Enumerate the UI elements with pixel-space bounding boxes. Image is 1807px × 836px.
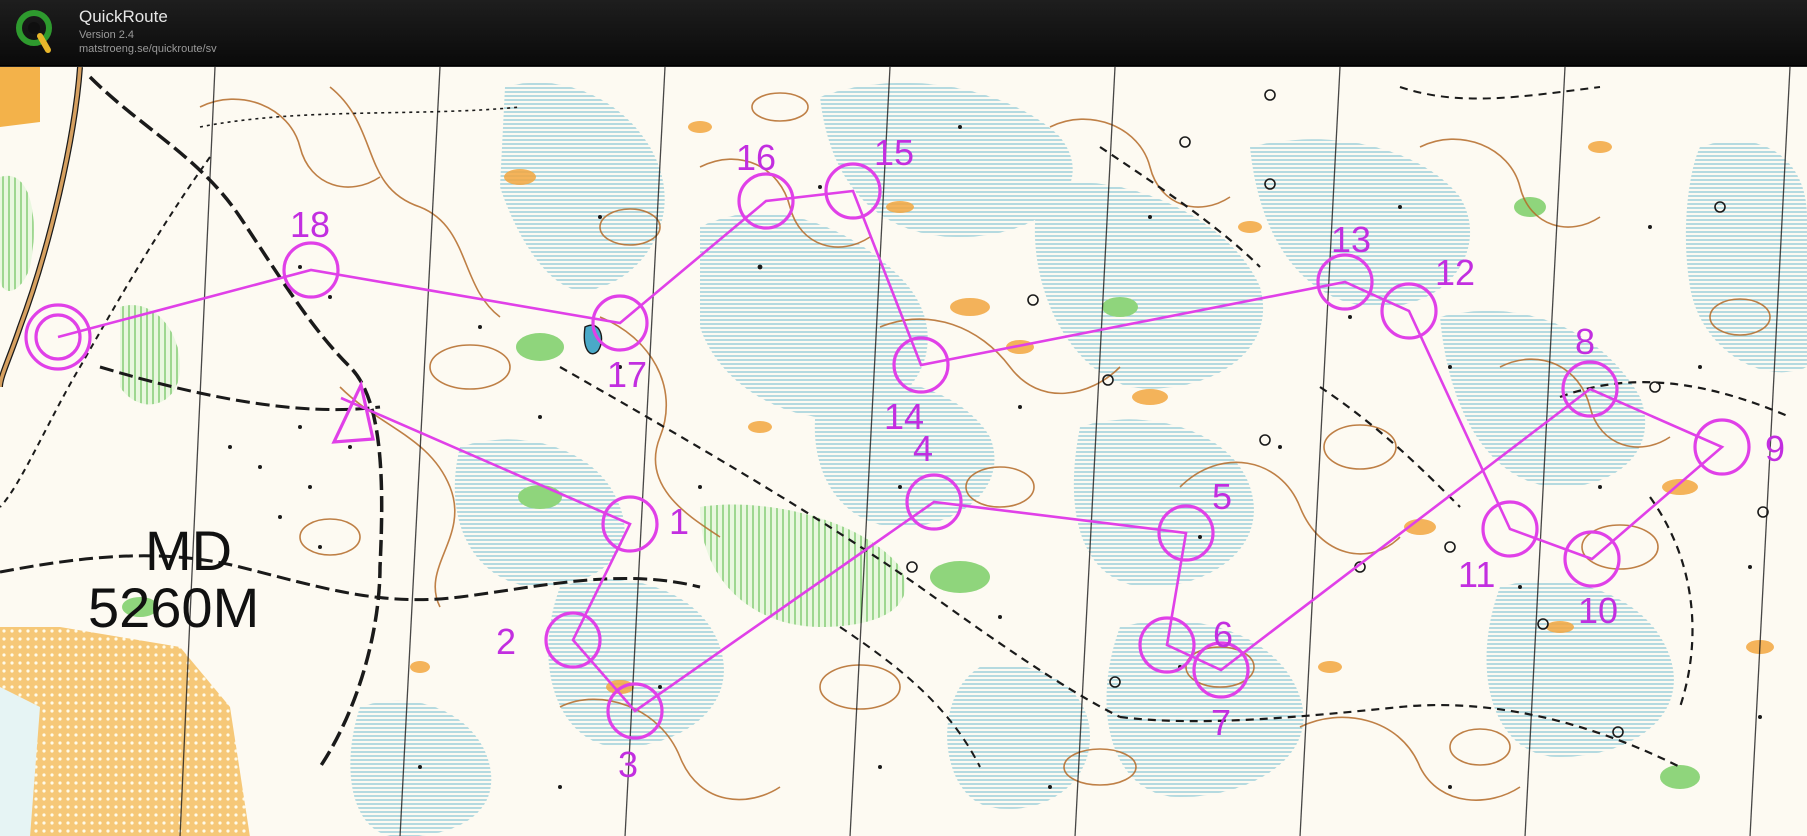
app-url: matstroeng.se/quickroute/sv (79, 43, 217, 55)
control-label-8: 8 (1575, 321, 1595, 362)
app-title: QuickRoute (79, 7, 168, 26)
quickroute-logo-icon (16, 10, 52, 53)
control-label-2: 2 (496, 621, 516, 662)
control-label-13: 13 (1331, 219, 1371, 260)
control-label-10: 10 (1578, 590, 1618, 631)
control-label-9: 9 (1765, 428, 1785, 469)
control-label-6: 6 (1213, 614, 1233, 655)
control-label-14: 14 (884, 396, 924, 437)
control-label-1: 1 (669, 501, 689, 542)
control-label-3: 3 (618, 744, 638, 785)
control-label-11: 11 (1458, 554, 1495, 595)
control-label-7: 7 (1211, 702, 1231, 743)
course-class: MD (145, 519, 232, 582)
control-label-17: 17 (607, 354, 647, 395)
control-label-15: 15 (874, 132, 914, 173)
course-length: 5260M (88, 576, 259, 639)
map-terrain (0, 67, 1807, 836)
control-label-12: 12 (1435, 252, 1475, 293)
app-version: Version 2.4 (79, 29, 135, 41)
control-label-16: 16 (736, 137, 776, 178)
control-label-18: 18 (290, 204, 330, 245)
orienteering-map[interactable]: 1 2 3 4 5 6 7 8 9 10 11 12 13 14 15 16 1… (0, 67, 1807, 836)
map-viewport[interactable]: 1 2 3 4 5 6 7 8 9 10 11 12 13 14 15 16 1… (0, 66, 1807, 836)
control-label-5: 5 (1212, 476, 1232, 517)
app-header: QuickRoute Version 2.4 matstroeng.se/qui… (0, 0, 1807, 66)
